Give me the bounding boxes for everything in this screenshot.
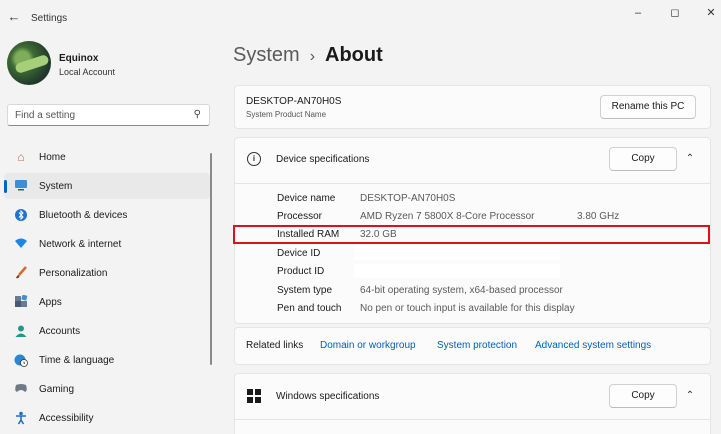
- app-title: Settings: [31, 13, 68, 24]
- breadcrumb-parent[interactable]: System: [233, 44, 300, 66]
- spec-label: Device name: [277, 193, 336, 204]
- spec-value: DESKTOP-AN70H0S: [360, 193, 456, 204]
- sidebar-item-gaming[interactable]: Gaming: [4, 376, 210, 402]
- spec-label: System type: [277, 285, 333, 296]
- product-id-redacted: [354, 264, 560, 278]
- sidebar-item-label: Apps: [39, 297, 62, 308]
- spec-label: Device ID: [277, 248, 321, 259]
- maximize-button[interactable]: ◻: [665, 6, 685, 20]
- spec-label: Product ID: [277, 266, 325, 277]
- sidebar-item-label: Accessibility: [39, 413, 94, 424]
- sidebar-item-personalization[interactable]: Personalization: [4, 260, 210, 286]
- search-input[interactable]: [15, 108, 185, 123]
- active-indicator: [4, 180, 7, 193]
- system-icon: [14, 179, 28, 193]
- related-links-label: Related links: [246, 340, 304, 351]
- domain-workgroup-link[interactable]: Domain or workgroup: [320, 340, 416, 351]
- device-name: DESKTOP-AN70H0S: [246, 96, 342, 107]
- sidebar-item-label: Time & language: [39, 355, 115, 366]
- spec-label: Pen and touch: [277, 303, 342, 314]
- device-specs-title: Device specifications: [276, 154, 370, 165]
- rename-pc-button[interactable]: Rename this PC: [600, 95, 696, 119]
- avatar[interactable]: [7, 41, 51, 85]
- accounts-icon: [14, 324, 28, 338]
- gamepad-icon: [14, 382, 28, 396]
- sidebar-item-accessibility[interactable]: Accessibility: [4, 405, 210, 431]
- spec-value-extra: 3.80 GHz: [577, 211, 620, 222]
- sidebar-item-label: Accounts: [39, 326, 81, 337]
- title-bar: ← Settings – ◻ ✕: [0, 0, 721, 36]
- home-icon: ⌂: [17, 150, 25, 164]
- spec-value: AMD Ryzen 7 5800X 8-Core Processor: [360, 211, 535, 222]
- globe-clock-icon: [14, 353, 28, 367]
- sidebar-item-bluetooth[interactable]: Bluetooth & devices: [4, 202, 210, 228]
- sidebar-item-label: Gaming: [39, 384, 75, 395]
- apps-icon: [14, 294, 28, 309]
- copy-windows-specs-button[interactable]: Copy: [609, 384, 677, 408]
- info-icon: i: [247, 152, 261, 166]
- chevron-up-icon[interactable]: ⌃: [684, 153, 696, 164]
- account-type: Local Account: [59, 67, 116, 77]
- sidebar-item-label: Network & internet: [39, 239, 122, 250]
- brush-icon: [14, 266, 28, 280]
- sidebar-item-label: System: [39, 181, 73, 192]
- breadcrumb: System › About: [233, 44, 383, 67]
- sidebar-item-home[interactable]: ⌂ Home: [4, 144, 210, 170]
- sidebar-item-time-language[interactable]: Time & language: [4, 347, 210, 373]
- bluetooth-icon: [14, 208, 28, 222]
- chevron-up-icon[interactable]: ⌃: [684, 390, 696, 401]
- copy-specs-button[interactable]: Copy: [609, 147, 677, 171]
- device-subtitle: System Product Name: [246, 110, 327, 119]
- accessibility-icon: [14, 411, 28, 425]
- sidebar-item-label: Home: [39, 152, 66, 163]
- advanced-system-settings-link[interactable]: Advanced system settings: [535, 340, 651, 351]
- divider: [234, 183, 711, 184]
- system-protection-link[interactable]: System protection: [437, 340, 517, 351]
- sidebar-item-network[interactable]: Network & internet: [4, 231, 210, 257]
- close-button[interactable]: ✕: [701, 6, 721, 20]
- sidebar-item-apps[interactable]: Apps: [4, 289, 210, 315]
- page-title: About: [325, 44, 383, 66]
- sidebar-item-label: Bluetooth & devices: [39, 210, 128, 221]
- spec-value: 64-bit operating system, x64-based proce…: [360, 285, 563, 296]
- sidebar-scrollbar[interactable]: [210, 153, 212, 365]
- wifi-icon: [14, 237, 28, 251]
- spec-value: No pen or touch input is available for t…: [360, 303, 575, 314]
- windows-specs-title: Windows specifications: [276, 391, 380, 402]
- device-id-redacted: [354, 246, 560, 260]
- breadcrumb-separator: ›: [309, 48, 316, 65]
- back-arrow-icon[interactable]: ←: [6, 9, 22, 25]
- sidebar-item-accounts[interactable]: Accounts: [4, 318, 210, 344]
- sidebar-item-system[interactable]: System: [4, 173, 210, 199]
- divider: [234, 419, 711, 420]
- sidebar-item-label: Personalization: [39, 268, 108, 279]
- windows-logo-icon: [247, 389, 261, 403]
- installed-ram-highlight: [233, 225, 710, 244]
- minimize-button[interactable]: –: [628, 6, 648, 20]
- search-icon[interactable]: ⚲: [194, 109, 201, 120]
- user-name: Equinox: [59, 53, 99, 64]
- spec-label: Processor: [277, 211, 323, 222]
- search-box[interactable]: ⚲: [7, 104, 210, 126]
